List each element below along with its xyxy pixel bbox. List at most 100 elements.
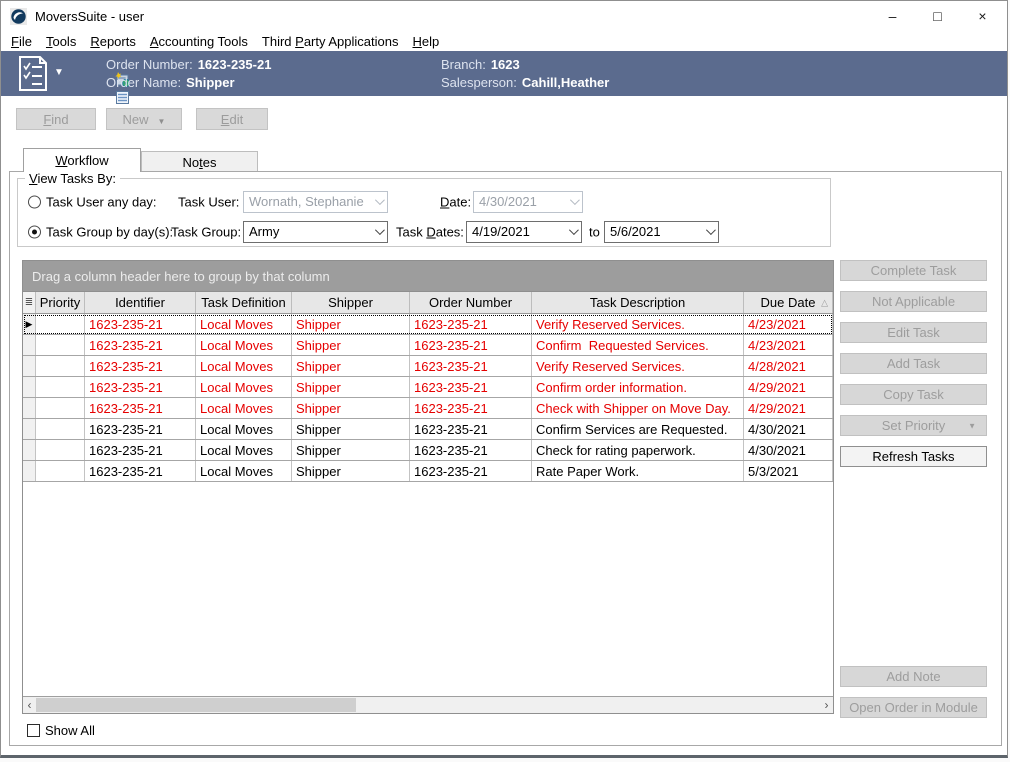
close-button[interactable]: ×: [960, 1, 1005, 31]
task-dates-to-select[interactable]: 5/6/2021: [604, 221, 719, 243]
cell-priority[interactable]: [36, 440, 85, 460]
cell-task-description[interactable]: Check for rating paperwork.: [532, 440, 744, 460]
header-cell-shipper[interactable]: Shipper: [292, 292, 410, 313]
cell-identifier[interactable]: 1623-235-21: [85, 419, 196, 439]
cell-identifier[interactable]: 1623-235-21: [85, 356, 196, 376]
cell-order-number[interactable]: 1623-235-21: [410, 419, 532, 439]
cell-task-definition[interactable]: Local Moves: [196, 398, 292, 418]
cell-shipper[interactable]: Shipper: [292, 356, 410, 376]
cell-order-number[interactable]: 1623-235-21: [410, 356, 532, 376]
cell-task-description[interactable]: Rate Paper Work.: [532, 461, 744, 481]
cell-shipper[interactable]: Shipper: [292, 314, 410, 334]
cell-order-number[interactable]: 1623-235-21: [410, 440, 532, 460]
cell-due-date[interactable]: 4/23/2021: [744, 314, 833, 334]
task-user-radio[interactable]: [28, 195, 41, 208]
cell-identifier[interactable]: 1623-235-21: [85, 440, 196, 460]
refresh-tasks-button[interactable]: Refresh Tasks: [840, 446, 987, 467]
header-cell-task_description[interactable]: Task Description: [532, 292, 744, 313]
cell-priority[interactable]: [36, 335, 85, 355]
cell-due-date[interactable]: 4/29/2021: [744, 377, 833, 397]
new-button[interactable]: New▼: [106, 108, 182, 130]
show-all-checkbox[interactable]: [27, 724, 40, 737]
cell-priority[interactable]: [36, 314, 85, 334]
cell-due-date[interactable]: 4/30/2021: [744, 419, 833, 439]
minimize-button[interactable]: –: [870, 1, 915, 31]
table-row[interactable]: 1623-235-21Local MovesShipper1623-235-21…: [23, 440, 833, 461]
cell-order-number[interactable]: 1623-235-21: [410, 461, 532, 481]
menu-reports[interactable]: Reports: [83, 33, 143, 50]
cell-identifier[interactable]: 1623-235-21: [85, 335, 196, 355]
not-applicable-button[interactable]: Not Applicable: [840, 291, 987, 312]
cell-task-description[interactable]: Confirm order information.: [532, 377, 744, 397]
cell-due-date[interactable]: 4/28/2021: [744, 356, 833, 376]
cell-shipper[interactable]: Shipper: [292, 419, 410, 439]
cell-task-description[interactable]: Check with Shipper on Move Day.: [532, 398, 744, 418]
tab-workflow[interactable]: Workflow: [23, 148, 141, 172]
menu-tools[interactable]: Tools: [39, 33, 83, 50]
row-selector[interactable]: [23, 356, 36, 376]
cell-shipper[interactable]: Shipper: [292, 377, 410, 397]
task-user-select[interactable]: Wornath, Stephanie: [243, 191, 388, 213]
cell-task-definition[interactable]: Local Moves: [196, 335, 292, 355]
header-cell-due_date[interactable]: Due Date△: [744, 292, 833, 313]
row-selector[interactable]: [23, 440, 36, 460]
task-group-select[interactable]: Army: [243, 221, 388, 243]
set-priority-button[interactable]: Set Priority▼: [840, 415, 987, 436]
cell-task-description[interactable]: Verify Reserved Services.: [532, 356, 744, 376]
header-cell-order_number[interactable]: Order Number: [410, 292, 532, 313]
cell-order-number[interactable]: 1623-235-21: [410, 377, 532, 397]
menu-third-party-applications[interactable]: Third Party Applications: [255, 33, 406, 50]
group-by-bar[interactable]: Drag a column header here to group by th…: [23, 261, 833, 292]
table-row[interactable]: 1623-235-21Local MovesShipper1623-235-21…: [23, 377, 833, 398]
header-cell-task_definition[interactable]: Task Definition: [196, 292, 292, 313]
cell-shipper[interactable]: Shipper: [292, 440, 410, 460]
cell-shipper[interactable]: Shipper: [292, 398, 410, 418]
table-row[interactable]: 1623-235-21Local MovesShipper1623-235-21…: [23, 335, 833, 356]
copy-task-button[interactable]: Copy Task: [840, 384, 987, 405]
open-order-in-module-button[interactable]: Open Order in Module: [840, 697, 987, 718]
find-button[interactable]: Find: [16, 108, 96, 130]
cell-due-date[interactable]: 4/30/2021: [744, 440, 833, 460]
table-row[interactable]: 1623-235-21Local MovesShipper1623-235-21…: [23, 461, 833, 482]
complete-task-button[interactable]: Complete Task: [840, 260, 987, 281]
add-task-button[interactable]: Add Task: [840, 353, 987, 374]
table-row[interactable]: 1623-235-21Local MovesShipper1623-235-21…: [23, 419, 833, 440]
row-selector[interactable]: [23, 377, 36, 397]
cell-priority[interactable]: [36, 398, 85, 418]
workflow-dropdown-icon[interactable]: ▼: [54, 67, 64, 78]
cell-shipper[interactable]: Shipper: [292, 335, 410, 355]
cell-task-description[interactable]: Confirm Services are Requested.: [532, 419, 744, 439]
cell-task-definition[interactable]: Local Moves: [196, 356, 292, 376]
menu-accounting-tools[interactable]: Accounting Tools: [143, 33, 255, 50]
scroll-left-button[interactable]: ‹: [23, 698, 36, 713]
date-select[interactable]: 4/30/2021: [473, 191, 583, 213]
row-selector-active[interactable]: ▶: [23, 314, 36, 334]
row-selector[interactable]: [23, 398, 36, 418]
header-cell-priority[interactable]: Priority: [36, 292, 85, 313]
scroll-thumb[interactable]: [36, 698, 356, 712]
edit-button[interactable]: Edit: [196, 108, 268, 130]
cell-identifier[interactable]: 1623-235-21: [85, 314, 196, 334]
cell-task-description[interactable]: Verify Reserved Services.: [532, 314, 744, 334]
row-selector[interactable]: [23, 419, 36, 439]
menu-file[interactable]: File: [4, 33, 39, 50]
row-selector[interactable]: [23, 335, 36, 355]
cell-priority[interactable]: [36, 461, 85, 481]
cell-shipper[interactable]: Shipper: [292, 461, 410, 481]
cell-task-definition[interactable]: Local Moves: [196, 440, 292, 460]
row-selector[interactable]: [23, 461, 36, 481]
maximize-button[interactable]: □: [915, 1, 960, 31]
cell-due-date[interactable]: 5/3/2021: [744, 461, 833, 481]
cell-priority[interactable]: [36, 377, 85, 397]
cell-priority[interactable]: [36, 419, 85, 439]
header-cell-identifier[interactable]: Identifier: [85, 292, 196, 313]
add-note-button[interactable]: Add Note: [840, 666, 987, 687]
cell-task-definition[interactable]: Local Moves: [196, 419, 292, 439]
workflow-document-icon[interactable]: [18, 56, 48, 96]
cell-task-definition[interactable]: Local Moves: [196, 314, 292, 334]
task-group-radio[interactable]: [28, 225, 41, 238]
table-row[interactable]: 1623-235-21Local MovesShipper1623-235-21…: [23, 398, 833, 419]
table-row[interactable]: ▶1623-235-21Local MovesShipper1623-235-2…: [23, 314, 833, 335]
cell-priority[interactable]: [36, 356, 85, 376]
cell-order-number[interactable]: 1623-235-21: [410, 314, 532, 334]
